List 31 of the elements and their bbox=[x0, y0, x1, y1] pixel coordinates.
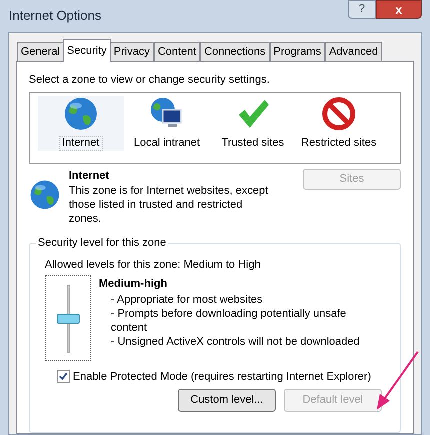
help-button[interactable]: ? bbox=[348, 0, 376, 19]
level-detail: - Prompts before downloading potentially unsafe content bbox=[111, 306, 348, 334]
zone-item[interactable]: Local intranet bbox=[124, 96, 210, 150]
zone-prompt: Select a zone to view or change security settings. bbox=[29, 73, 271, 88]
check-icon bbox=[59, 372, 68, 382]
allowed-levels: Allowed levels for this zone: Medium to High bbox=[45, 258, 262, 272]
level-name: Medium-high bbox=[99, 276, 168, 290]
group-legend: Security level for this zone bbox=[36, 236, 168, 250]
zone-description: This zone is for Internet websites, except those listed in trusted and restricted zones. bbox=[69, 184, 269, 226]
tab[interactable]: Programs bbox=[270, 42, 326, 62]
level-button[interactable]: Custom level... bbox=[178, 389, 276, 412]
globe-icon bbox=[63, 96, 99, 132]
tab[interactable]: Advanced bbox=[325, 42, 382, 62]
protected-mode-checkbox[interactable]: Enable Protected Mode (requires restarting Internet Explorer) bbox=[57, 368, 392, 385]
level-detail: - Appropriate for most websites bbox=[111, 292, 264, 306]
tab[interactable]: Connections bbox=[200, 42, 270, 62]
zone-title: Internet bbox=[69, 168, 110, 182]
tab[interactable]: General bbox=[17, 42, 64, 62]
window-title: Internet Options bbox=[8, 7, 102, 26]
checkbox[interactable] bbox=[57, 370, 70, 384]
globe-icon bbox=[29, 178, 61, 210]
tab[interactable]: Privacy bbox=[110, 42, 154, 62]
level-detail: - Unsigned ActiveX controls will not be downloaded bbox=[111, 334, 361, 348]
no-entry-icon bbox=[321, 96, 357, 132]
tab[interactable]: Security bbox=[63, 39, 111, 62]
tab[interactable]: Content bbox=[154, 42, 200, 62]
close-button[interactable]: x bbox=[376, 0, 422, 19]
zone-item[interactable]: Internet bbox=[38, 96, 124, 150]
zone-item[interactable]: Trusted sites bbox=[210, 96, 296, 150]
zone-item[interactable]: Restricted sites bbox=[296, 96, 382, 150]
security-slider[interactable] bbox=[45, 274, 91, 360]
